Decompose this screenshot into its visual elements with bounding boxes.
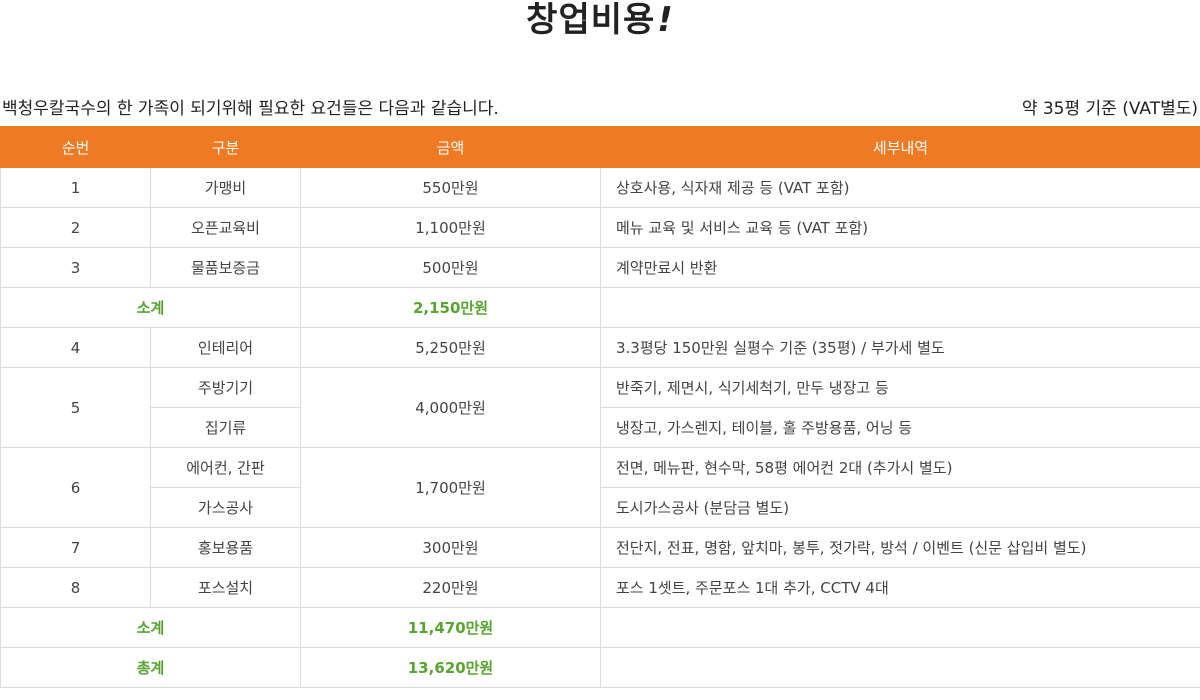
row-category: 물품보증금 xyxy=(150,247,301,288)
row-amount: 300만원 xyxy=(300,527,601,568)
table-row: 6 에어컨, 간판 1,700만원 전면, 메뉴판, 현수막, 58평 에어컨 … xyxy=(0,447,1200,528)
row-number: 5 xyxy=(0,367,151,448)
cost-table: 순번 구분 금액 세부내역 1 가맹비 550만원 상호사용, 식자재 제공 등… xyxy=(0,126,1200,688)
subtotal-label: 소계 xyxy=(0,287,301,328)
row-category: 가스공사 xyxy=(150,487,301,528)
table-row: 7 홍보용품 300만원 전단지, 전표, 명함, 앞치마, 봉투, 젓가락, … xyxy=(0,527,1200,568)
header-detail: 세부내역 xyxy=(600,126,1200,168)
row-detail: 도시가스공사 (분담금 별도) xyxy=(600,487,1200,528)
row-number: 8 xyxy=(0,567,151,608)
table-row: 1 가맹비 550만원 상호사용, 식자재 제공 등 (VAT 포함) xyxy=(0,167,1200,208)
table-row: 2 오픈교육비 1,100만원 메뉴 교육 및 서비스 교육 등 (VAT 포함… xyxy=(0,207,1200,248)
row-amount: 5,250만원 xyxy=(300,327,601,368)
header-number: 순번 xyxy=(0,126,151,168)
row-detail: 포스 1셋트, 주문포스 1대 추가, CCTV 4대 xyxy=(600,567,1200,608)
table-row: 4 인테리어 5,250만원 3.3평당 150만원 실평수 기준 (35평) … xyxy=(0,327,1200,368)
row-category: 포스설치 xyxy=(150,567,301,608)
row-number: 3 xyxy=(0,247,151,288)
row-detail: 상호사용, 식자재 제공 등 (VAT 포함) xyxy=(600,167,1200,208)
row-category: 에어컨, 간판 xyxy=(150,447,301,488)
row-amount: 1,700만원 xyxy=(300,447,601,528)
header-amount: 금액 xyxy=(300,126,601,168)
header-category: 구분 xyxy=(150,126,301,168)
subtotal-label: 소계 xyxy=(0,607,301,648)
row-detail: 3.3평당 150만원 실평수 기준 (35평) / 부가세 별도 xyxy=(600,327,1200,368)
row-detail: 전면, 메뉴판, 현수막, 58평 에어컨 2대 (추가시 별도) xyxy=(600,447,1200,488)
intro-text: 백청우칼국수의 한 가족이 되기위해 필요한 요건들은 다음과 같습니다. xyxy=(2,99,499,119)
page-title-mark: ! xyxy=(657,0,674,40)
basis-note: 약 35평 기준 (VAT별도) xyxy=(1021,99,1198,119)
row-amount: 500만원 xyxy=(300,247,601,288)
subtotal-amount: 2,150만원 xyxy=(300,287,601,328)
row-amount: 550만원 xyxy=(300,167,601,208)
subtotal-detail-empty xyxy=(600,287,1200,328)
row-category: 홍보용품 xyxy=(150,527,301,568)
subtotal-row: 소계 11,470만원 xyxy=(0,607,1200,648)
total-detail-empty xyxy=(600,647,1200,688)
row-detail: 반죽기, 제면시, 식기세척기, 만두 냉장고 등 xyxy=(600,367,1200,408)
row-number: 6 xyxy=(0,447,151,528)
row-number: 1 xyxy=(0,167,151,208)
total-amount: 13,620만원 xyxy=(300,647,601,688)
table-header-row: 순번 구분 금액 세부내역 xyxy=(0,126,1200,168)
row-amount: 220만원 xyxy=(300,567,601,608)
table-row: 8 포스설치 220만원 포스 1셋트, 주문포스 1대 추가, CCTV 4대 xyxy=(0,567,1200,608)
subtotal-row: 소계 2,150만원 xyxy=(0,287,1200,328)
row-category: 오픈교육비 xyxy=(150,207,301,248)
row-category: 인테리어 xyxy=(150,327,301,368)
row-number: 4 xyxy=(0,327,151,368)
page-title-text: 창업비용 xyxy=(526,0,656,40)
total-row: 총계 13,620만원 xyxy=(0,647,1200,688)
subtotal-detail-empty xyxy=(600,607,1200,648)
row-amount: 4,000만원 xyxy=(300,367,601,448)
table-row: 3 물품보증금 500만원 계약만료시 반환 xyxy=(0,247,1200,288)
page-title: 창업비용! xyxy=(0,0,1200,40)
table-row: 가스공사 도시가스공사 (분담금 별도) xyxy=(1,487,1200,528)
row-detail: 냉장고, 가스렌지, 테이블, 홀 주방용품, 어닝 등 xyxy=(600,407,1200,448)
subtotal-amount: 11,470만원 xyxy=(300,607,601,648)
row-number: 7 xyxy=(0,527,151,568)
row-category: 집기류 xyxy=(150,407,301,448)
row-category: 주방기기 xyxy=(150,367,301,408)
row-detail: 계약만료시 반환 xyxy=(600,247,1200,288)
total-label: 총계 xyxy=(0,647,301,688)
row-number: 2 xyxy=(0,207,151,248)
table-row: 집기류 냉장고, 가스렌지, 테이블, 홀 주방용품, 어닝 등 xyxy=(1,407,1200,448)
row-category: 가맹비 xyxy=(150,167,301,208)
row-detail: 메뉴 교육 및 서비스 교육 등 (VAT 포함) xyxy=(600,207,1200,248)
row-detail: 전단지, 전표, 명함, 앞치마, 봉투, 젓가락, 방석 / 이벤트 (신문 … xyxy=(600,527,1200,568)
row-amount: 1,100만원 xyxy=(300,207,601,248)
table-row: 5 주방기기 4,000만원 반죽기, 제면시, 식기세척기, 만두 냉장고 등 xyxy=(0,367,1200,448)
